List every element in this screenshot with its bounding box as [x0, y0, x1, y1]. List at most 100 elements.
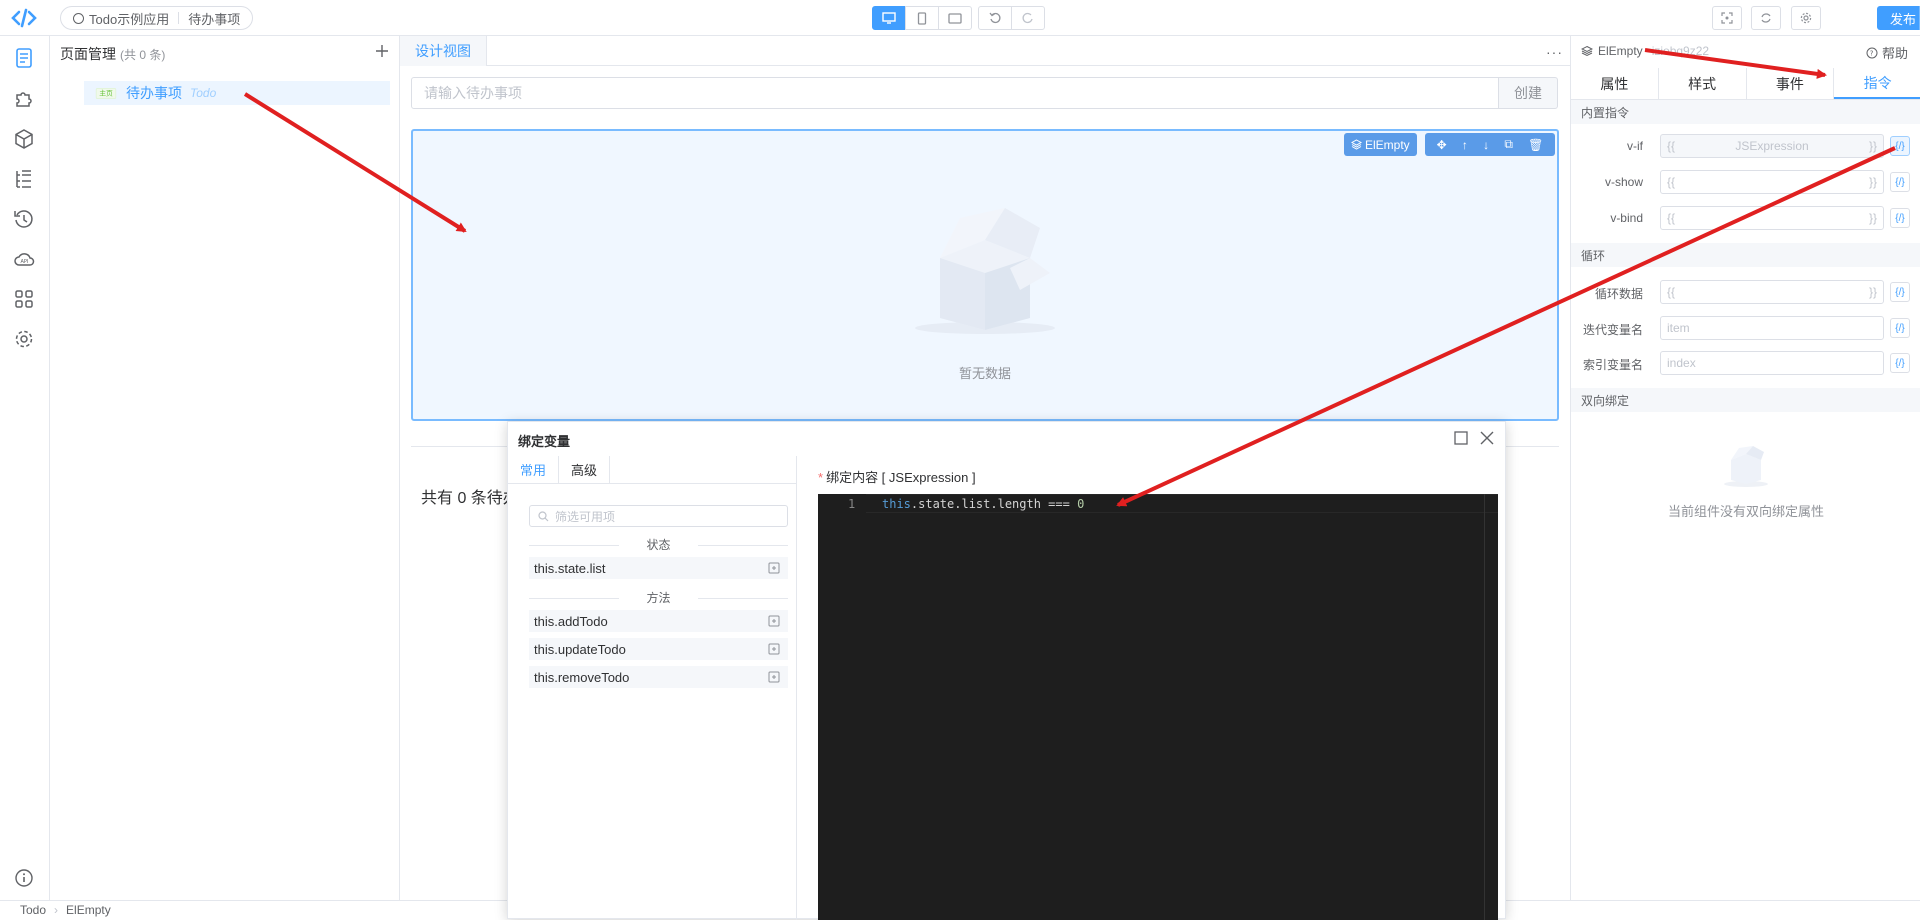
code-line[interactable]: this.state.list.length === 0	[882, 497, 1084, 511]
panel-title: 页面管理 (共 0 条)	[60, 44, 165, 64]
create-button[interactable]: 创建	[1498, 77, 1558, 109]
breadcrumb-item[interactable]: ElEmpty	[66, 903, 111, 917]
mobile-icon	[917, 11, 927, 25]
section-builtin-directives: 内置指令	[1571, 100, 1920, 124]
iterator-name-input[interactable]: item	[1660, 316, 1884, 340]
loop-data-bind-button[interactable]: {/}	[1890, 282, 1910, 302]
selected-component-label[interactable]: ElEmpty	[1344, 133, 1417, 156]
maximize-icon[interactable]	[1453, 430, 1469, 446]
code-number: 0	[1077, 497, 1085, 511]
tab-directives[interactable]: 指令	[1834, 68, 1920, 99]
api-cloud-icon[interactable]: API	[12, 247, 36, 271]
redo-icon	[1022, 12, 1033, 24]
desktop-icon	[882, 12, 896, 24]
svg-text:API: API	[21, 259, 29, 265]
v-show-bind-button[interactable]: {/}	[1890, 172, 1910, 192]
apps-grid-icon[interactable]	[12, 287, 36, 311]
brace-open: {{	[1667, 285, 1676, 299]
todo-input[interactable]: 请输入待办事项	[411, 77, 1499, 109]
v-if-bind-button[interactable]: {/}	[1890, 136, 1910, 156]
page-item-name: 待办事项	[126, 85, 182, 101]
tablet-view-button[interactable]	[938, 6, 972, 30]
copy-icon[interactable]: ⧉	[1504, 137, 1513, 152]
insert-icon[interactable]	[768, 615, 780, 627]
mobile-view-button[interactable]	[905, 6, 939, 30]
delete-icon[interactable]: 🗑	[1528, 138, 1543, 152]
insert-icon[interactable]	[768, 562, 780, 574]
code-editor[interactable]: 1 this.state.list.length === 0	[818, 494, 1498, 920]
tab-design-view[interactable]: 设计视图	[400, 36, 487, 66]
list-item[interactable]: this.addTodo	[529, 610, 788, 632]
no-two-way-binding-text: 当前组件没有双向绑定属性	[1667, 504, 1824, 519]
index-name-input[interactable]: index	[1660, 351, 1884, 375]
add-page-icon[interactable]	[374, 43, 390, 59]
tab-common[interactable]: 常用	[508, 456, 558, 483]
history-icon[interactable]	[12, 207, 36, 231]
insert-icon[interactable]	[768, 671, 780, 683]
more-icon[interactable]: ···	[1546, 44, 1563, 60]
list-item[interactable]: this.updateTodo	[529, 638, 788, 660]
breadcrumb-item[interactable]: Todo	[20, 903, 46, 917]
page-list-item[interactable]: 主页 待办事项 Todo	[84, 81, 390, 105]
tab-style[interactable]: 样式	[1659, 68, 1747, 99]
close-icon[interactable]	[1478, 429, 1496, 447]
v-if-input[interactable]: {{ JSExpression }}	[1660, 134, 1884, 158]
info-icon[interactable]	[14, 868, 34, 888]
v-bind-bind-button[interactable]: {/}	[1890, 208, 1910, 228]
move-up-icon[interactable]: ↑	[1462, 138, 1468, 152]
tab-events[interactable]: 事件	[1747, 68, 1835, 99]
undo-button[interactable]	[978, 6, 1012, 30]
iterator-bind-button[interactable]: {/}	[1890, 318, 1910, 338]
code-text: .state.list.length ===	[910, 497, 1078, 511]
layers-icon	[1581, 45, 1593, 57]
group-methods-label: 方法	[529, 589, 788, 606]
brace-close: }}	[1868, 211, 1877, 225]
v-show-input[interactable]: {{ }}	[1660, 170, 1884, 194]
settings-panel: ElEmpty iziobq9z22 ? 帮助 属性 样式 事件 指令 内置指令…	[1570, 36, 1920, 900]
drag-move-icon[interactable]: ✥	[1437, 138, 1447, 152]
gear-icon[interactable]	[12, 327, 36, 351]
move-down-icon[interactable]: ↓	[1483, 138, 1489, 152]
plugin-icon[interactable]	[12, 86, 36, 110]
editor-scrollbar[interactable]	[1484, 494, 1498, 920]
outline-tree-icon[interactable]	[12, 167, 36, 191]
switch-icon	[73, 12, 84, 24]
settings-button[interactable]	[1791, 6, 1821, 30]
pages-icon[interactable]	[12, 46, 36, 70]
group-state-label: 状态	[529, 536, 788, 553]
filter-input[interactable]: 筛选可用项	[529, 505, 788, 527]
v-if-label: v-if	[1627, 139, 1643, 153]
tab-props[interactable]: 属性	[1571, 68, 1659, 99]
search-icon	[538, 510, 549, 521]
help-link[interactable]: ? 帮助	[1866, 43, 1908, 62]
v-bind-input[interactable]: {{ }}	[1660, 206, 1884, 230]
redo-button[interactable]	[1011, 6, 1045, 30]
desktop-view-button[interactable]	[872, 6, 906, 30]
component-header: ElEmpty iziobq9z22	[1581, 44, 1709, 58]
component-cube-icon[interactable]	[12, 127, 36, 151]
app-switcher[interactable]: Todo示例应用 待办事项	[60, 6, 254, 30]
panel-title-text: 页面管理	[60, 46, 116, 62]
list-item[interactable]: this.removeTodo	[529, 666, 788, 688]
publish-button[interactable]: 发布	[1877, 6, 1920, 30]
code-keyword: this	[882, 497, 911, 511]
tab-advanced[interactable]: 高级	[558, 456, 611, 483]
loop-data-input[interactable]: {{ }}	[1660, 280, 1884, 304]
divider	[796, 456, 797, 920]
refresh-button[interactable]	[1751, 6, 1781, 30]
v-if-value: JSExpression	[1735, 139, 1809, 153]
index-bind-button[interactable]: {/}	[1890, 353, 1910, 373]
gear-icon	[1800, 12, 1812, 24]
v-bind-label: v-bind	[1610, 211, 1643, 225]
home-badge: 主页	[95, 87, 117, 99]
brace-open: {{	[1667, 211, 1676, 225]
component-toolbar: ✥ ↑ ↓ ⧉ 🗑	[1425, 133, 1555, 156]
loop-data-label: 循环数据	[1594, 287, 1643, 301]
brace-open: {{	[1667, 175, 1676, 189]
preview-button[interactable]	[1712, 6, 1742, 30]
list-item[interactable]: this.state.list	[529, 557, 788, 579]
v-show-label: v-show	[1604, 175, 1643, 189]
app-logo-icon[interactable]	[10, 6, 38, 30]
insert-icon[interactable]	[768, 643, 780, 655]
tablet-icon	[948, 12, 962, 24]
